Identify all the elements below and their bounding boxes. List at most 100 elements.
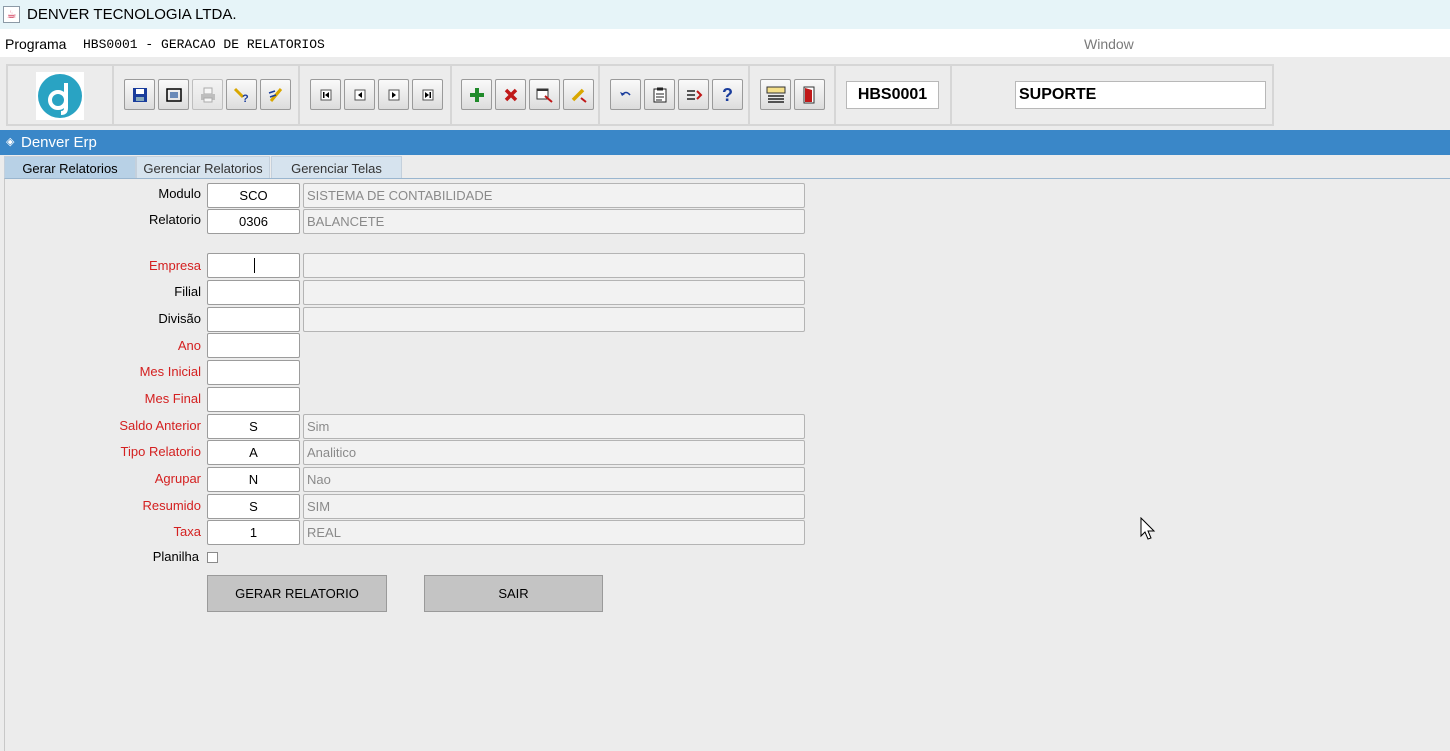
empresa-code-field[interactable] [207, 253, 300, 278]
print-icon [200, 87, 216, 103]
ano-label: Ano [177, 338, 201, 353]
previous-record-button[interactable] [344, 79, 375, 110]
tipo-relatorio-label: Tipo Relatorio [120, 444, 201, 459]
print-button[interactable] [192, 79, 223, 110]
taxa-desc-field: REAL [303, 520, 805, 545]
modulo-label: Modulo [158, 186, 201, 201]
relatorio-desc-field: BALANCETE [303, 209, 805, 234]
clipboard-button[interactable] [644, 79, 675, 110]
saldo-anterior-label: Saldo Anterior [119, 418, 201, 433]
resumido-code-field[interactable]: S [207, 494, 300, 519]
window-icon [165, 87, 182, 103]
clipboard-icon [653, 87, 667, 103]
mes-inicial-field[interactable] [207, 360, 300, 385]
undo-button[interactable] [610, 79, 641, 110]
window-menu-icon[interactable]: ◈ [6, 135, 14, 148]
previous-record-icon [354, 89, 366, 101]
gerar-relatorio-button[interactable]: GERAR RELATORIO [207, 575, 387, 612]
first-record-button[interactable] [310, 79, 341, 110]
menu-programa[interactable]: Programa [5, 36, 66, 52]
record-group [452, 66, 600, 124]
menu-bar: Programa HBS0001 - GERACAO DE RELATORIOS… [0, 29, 1450, 57]
tab-gerenciar-relatorios[interactable]: Gerenciar Relatorios [136, 156, 270, 179]
divisao-label: Divisão [158, 311, 201, 326]
file-group: ? [114, 66, 300, 124]
svg-text:?: ? [242, 93, 249, 103]
empresa-desc-field [303, 253, 805, 278]
query-button[interactable]: ? [226, 79, 257, 110]
program-code-field: HBS0001 [846, 81, 939, 109]
title-bar: ☕ DENVER TECNOLOGIA LTDA. [0, 0, 1450, 29]
mes-inicial-label: Mes Inicial [139, 364, 201, 379]
resumido-desc-field: SIM [303, 494, 805, 519]
duplicate-record-button[interactable] [529, 79, 560, 110]
program-code-group: HBS0001 [836, 66, 952, 124]
divisao-desc-field [303, 307, 805, 332]
agrupar-label: Agrupar [154, 471, 201, 486]
navigation-group [300, 66, 452, 124]
inner-window-header: ◈ Denver Erp [0, 130, 1450, 155]
window-button[interactable] [158, 79, 189, 110]
saldo-anterior-code-field[interactable]: S [207, 414, 300, 439]
duplicate-record-icon [536, 87, 554, 103]
insert-record-icon [469, 87, 485, 103]
help-button[interactable]: ? [712, 79, 743, 110]
filial-label: Filial [174, 284, 201, 299]
save-icon [132, 87, 148, 103]
next-record-icon [388, 89, 400, 101]
clear-record-button[interactable] [563, 79, 594, 110]
resumido-label: Resumido [142, 498, 201, 513]
menu-window[interactable]: Window [1084, 36, 1134, 52]
tipo-relatorio-desc-field: Analitico [303, 440, 805, 465]
inner-window-title: Denver Erp [21, 134, 97, 151]
utility-group: ? [600, 66, 750, 124]
menu-icon [766, 86, 786, 104]
delete-record-button[interactable] [495, 79, 526, 110]
query-icon: ? [233, 87, 251, 103]
filial-code-field[interactable] [207, 280, 300, 305]
divisao-code-field[interactable] [207, 307, 300, 332]
edit-query-icon [267, 87, 285, 103]
mes-final-field[interactable] [207, 387, 300, 412]
tab-gerenciar-telas[interactable]: Gerenciar Telas [271, 156, 402, 179]
delete-record-icon [503, 87, 519, 103]
sair-button[interactable]: SAIR [424, 575, 603, 612]
mes-final-label: Mes Final [144, 391, 201, 406]
program-caption: HBS0001 - GERACAO DE RELATORIOS [83, 37, 325, 52]
exit-button[interactable] [794, 79, 825, 110]
toolbar: ? ? HBS0001 SUPORTE [6, 64, 1274, 126]
last-record-icon [422, 89, 434, 101]
list-icon [685, 87, 703, 103]
user-group: SUPORTE [952, 66, 1272, 124]
user-field: SUPORTE [1015, 81, 1266, 109]
agrupar-desc-field: Nao [303, 467, 805, 492]
taxa-label: Taxa [173, 524, 201, 539]
next-record-button[interactable] [378, 79, 409, 110]
help-icon: ? [722, 84, 733, 105]
modulo-desc-field: SISTEMA DE CONTABILIDADE [303, 183, 805, 208]
java-app-icon: ☕ [3, 6, 20, 23]
tab-gerar-relatorios[interactable]: Gerar Relatorios [4, 156, 136, 179]
tipo-relatorio-code-field[interactable]: A [207, 440, 300, 465]
taxa-code-field[interactable]: 1 [207, 520, 300, 545]
relatorio-code-field[interactable]: 0306 [207, 209, 300, 234]
empresa-label: Empresa [148, 258, 201, 273]
clear-record-icon [570, 87, 588, 103]
mouse-pointer-icon [1140, 516, 1156, 544]
ano-field[interactable] [207, 333, 300, 358]
planilha-checkbox[interactable] [207, 552, 218, 563]
denver-logo-icon [36, 72, 84, 120]
saldo-anterior-desc-field: Sim [303, 414, 805, 439]
text-caret [254, 258, 255, 273]
logo-group [8, 66, 114, 124]
menu-button[interactable] [760, 79, 791, 110]
last-record-button[interactable] [412, 79, 443, 110]
edit-query-button[interactable] [260, 79, 291, 110]
first-record-icon [320, 89, 332, 101]
insert-record-button[interactable] [461, 79, 492, 110]
agrupar-code-field[interactable]: N [207, 467, 300, 492]
modulo-code-field[interactable]: SCO [207, 183, 300, 208]
list-button[interactable] [678, 79, 709, 110]
exit-icon [802, 86, 818, 104]
save-button[interactable] [124, 79, 155, 110]
